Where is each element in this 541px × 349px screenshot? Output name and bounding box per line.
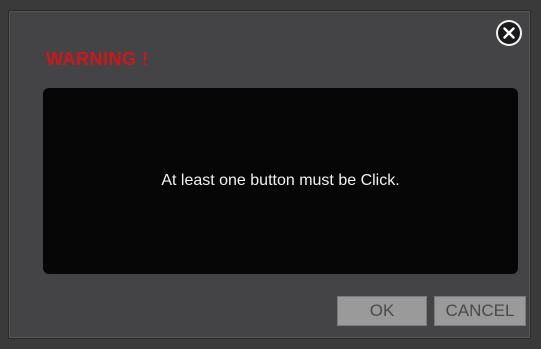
warning-dialog: WARNING ! At least one button must be Cl… xyxy=(8,10,531,339)
message-panel: At least one button must be Click. xyxy=(43,88,518,274)
close-icon xyxy=(498,22,520,44)
dialog-title: WARNING ! xyxy=(46,49,149,69)
ok-button[interactable]: OK xyxy=(337,296,427,326)
dialog-message: At least one button must be Click. xyxy=(161,172,400,189)
cancel-button[interactable]: CANCEL xyxy=(434,296,526,326)
close-button[interactable] xyxy=(496,20,522,46)
